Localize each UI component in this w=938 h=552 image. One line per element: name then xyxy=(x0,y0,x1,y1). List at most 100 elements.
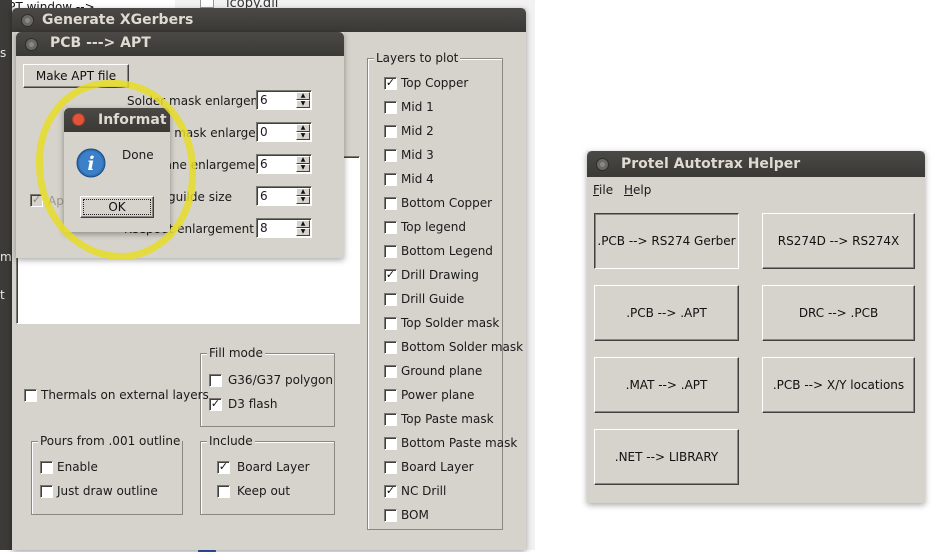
ok-button[interactable]: OK xyxy=(80,196,154,218)
menu-file[interactable]: File xyxy=(593,183,613,197)
drill-guide-size-spinner[interactable]: 6 ▲ ▼ xyxy=(256,186,312,206)
svg-text:i: i xyxy=(87,153,94,175)
layer-label: Drill Guide xyxy=(401,292,465,306)
checkbox-label: G36/G37 polygon xyxy=(228,373,333,387)
spin-down-icon[interactable]: ▼ xyxy=(296,196,310,204)
enable-pours-checkbox[interactable] xyxy=(40,461,53,474)
checkbox-label: D3 flash xyxy=(228,397,278,411)
include-board-layer-checkbox[interactable]: ✓ xyxy=(217,461,230,474)
spinner-value: 0 xyxy=(260,125,268,139)
window-menu-icon[interactable] xyxy=(25,38,38,51)
menu-help[interactable]: Help xyxy=(624,183,651,197)
layer-label: Board Layer xyxy=(401,460,474,474)
layer-checkbox[interactable] xyxy=(384,293,397,306)
layers-to-plot-group: Layers to plot ✓ Top Copper Mid 1 Mid 2 Mid … xyxy=(367,51,523,530)
plane-enlargement-spinner[interactable]: 6 ▲ ▼ xyxy=(256,154,312,174)
layer-label: Bottom Legend xyxy=(401,244,493,258)
dialog-title: Informat xyxy=(98,112,167,128)
aperture-checkbox[interactable]: ✓ xyxy=(30,194,43,207)
spinner-value: 6 xyxy=(260,189,268,203)
spin-up-icon[interactable]: ▲ xyxy=(296,156,310,164)
layer-label: Mid 3 xyxy=(401,148,434,162)
group-label: Layers to plot xyxy=(374,51,461,65)
spin-down-icon[interactable]: ▼ xyxy=(296,164,310,172)
layer-label: BOM xyxy=(401,508,429,522)
spinner-value: 6 xyxy=(260,93,268,107)
checkbox-label: Keep out xyxy=(237,484,291,498)
d3-flash-checkbox[interactable]: ✓ xyxy=(209,398,222,411)
layer-label: Top legend xyxy=(401,220,467,234)
drc-to-pcb-button[interactable]: DRC --> .PCB xyxy=(762,285,915,341)
group-label: Include xyxy=(207,434,255,448)
layer-checkbox[interactable] xyxy=(384,365,397,378)
paste-mask-enlargement-spinner[interactable]: 0 ▲ ▼ xyxy=(256,122,312,142)
layer-checkbox[interactable] xyxy=(384,341,397,354)
pcb-apt-titlebar[interactable]: PCB ---> APT xyxy=(16,32,344,56)
spin-up-icon[interactable]: ▲ xyxy=(296,124,310,132)
window-menu-icon[interactable] xyxy=(21,14,34,27)
layer-label: Bottom Solder mask xyxy=(401,340,524,354)
spin-up-icon[interactable]: ▲ xyxy=(296,188,310,196)
layer-label: Bottom Paste mask xyxy=(401,436,518,450)
pours-group: Pours from .001 outline Enable Just draw… xyxy=(31,434,183,515)
layer-checkbox[interactable] xyxy=(384,101,397,114)
window-title: Generate XGerbers xyxy=(42,12,194,28)
layer-checkbox[interactable] xyxy=(384,317,397,330)
checkbox-label: Board Layer xyxy=(237,460,310,474)
helper-titlebar[interactable]: Protel Autotrax Helper xyxy=(587,151,925,177)
layer-checkbox[interactable]: ✓ xyxy=(384,77,397,90)
layer-checkbox[interactable] xyxy=(384,461,397,474)
layer-checkbox[interactable] xyxy=(384,509,397,522)
layer-label: Bottom Copper xyxy=(401,196,493,210)
info-icon: i xyxy=(76,148,106,178)
just-draw-outline-checkbox[interactable] xyxy=(40,485,53,498)
spin-down-icon[interactable]: ▼ xyxy=(296,100,310,108)
checkbox-label: Just draw outline xyxy=(57,484,158,498)
layer-label: Top Copper xyxy=(401,76,469,90)
layer-checkbox[interactable] xyxy=(384,389,397,402)
thermals-label: Thermals on external layers xyxy=(41,388,209,402)
layer-checkbox[interactable] xyxy=(384,149,397,162)
window-menu-icon[interactable] xyxy=(596,158,609,171)
file-icon[interactable] xyxy=(200,0,214,8)
group-label: Fill mode xyxy=(207,346,265,360)
layer-checkbox[interactable] xyxy=(384,125,397,138)
g36-polygon-checkbox[interactable] xyxy=(209,374,222,387)
window-title: Protel Autotrax Helper xyxy=(621,156,801,172)
layer-checkbox[interactable] xyxy=(384,221,397,234)
close-icon[interactable] xyxy=(72,113,85,126)
pcb-to-xy-locations-button[interactable]: .PCB --> X/Y locations xyxy=(762,357,915,413)
layer-label: NC Drill xyxy=(401,484,447,498)
spin-down-icon[interactable]: ▼ xyxy=(296,228,310,236)
make-apt-file-button[interactable]: Make APT file xyxy=(23,64,129,88)
spin-up-icon[interactable]: ▲ xyxy=(296,220,310,228)
desktop-fragment: s xyxy=(0,46,7,60)
layer-label: Mid 4 xyxy=(401,172,434,186)
mat-to-apt-button[interactable]: .MAT --> .APT xyxy=(594,357,739,413)
dialog-titlebar[interactable]: Informat xyxy=(64,108,170,132)
spinner-value: 6 xyxy=(260,157,268,171)
keepout-enlargement-spinner[interactable]: 8 ▲ ▼ xyxy=(256,218,312,238)
rs274d-to-rs274x-button[interactable]: RS274D --> RS274X xyxy=(762,213,915,269)
layer-checkbox[interactable] xyxy=(384,173,397,186)
protel-autotrax-helper-window: Protel Autotrax Helper File Help .PCB --… xyxy=(587,151,925,503)
spin-down-icon[interactable]: ▼ xyxy=(296,132,310,140)
layer-checkbox[interactable]: ✓ xyxy=(384,485,397,498)
solder-mask-enlargement-spinner[interactable]: 6 ▲ ▼ xyxy=(256,90,312,110)
xgerbers-titlebar[interactable]: Generate XGerbers xyxy=(12,8,526,32)
layer-checkbox[interactable] xyxy=(384,197,397,210)
dialog-message: Done xyxy=(122,148,154,162)
layer-label: Power plane xyxy=(401,388,475,402)
layer-checkbox[interactable]: ✓ xyxy=(384,269,397,282)
pcb-to-apt-button[interactable]: .PCB --> .APT xyxy=(594,285,739,341)
net-to-library-button[interactable]: .NET --> LIBRARY xyxy=(594,429,739,485)
spin-up-icon[interactable]: ▲ xyxy=(296,92,310,100)
layer-checkbox[interactable] xyxy=(384,437,397,450)
pcb-to-rs274-gerber-button[interactable]: .PCB --> RS274 Gerber xyxy=(594,213,739,269)
layer-checkbox[interactable] xyxy=(384,413,397,426)
thermals-checkbox[interactable] xyxy=(24,389,37,402)
desktop-sidebar xyxy=(0,0,12,550)
layer-checkbox[interactable] xyxy=(384,245,397,258)
layer-label: Top Paste mask xyxy=(401,412,494,426)
keep-out-checkbox[interactable] xyxy=(217,485,230,498)
